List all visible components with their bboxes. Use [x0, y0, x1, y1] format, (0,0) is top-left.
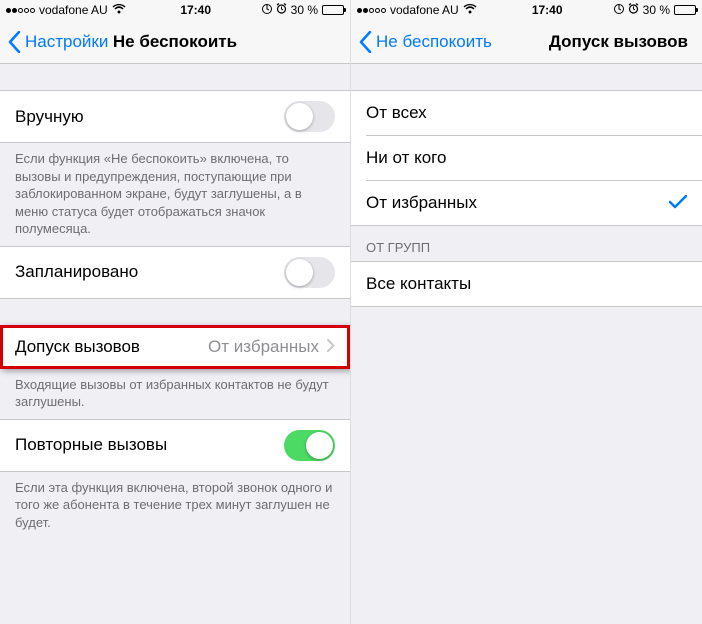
clock: 17:40 [481, 3, 614, 17]
row-label: Вручную [15, 107, 284, 127]
option-all-contacts[interactable]: Все контакты [351, 262, 702, 306]
battery-percent: 30 % [643, 3, 670, 17]
battery-percent: 30 % [291, 3, 318, 17]
back-button[interactable]: Не беспокоить [359, 31, 492, 53]
carrier-label: vodafone AU [39, 3, 108, 17]
row-label: Запланировано [15, 262, 284, 282]
back-label: Настройки [25, 32, 108, 52]
alarm-icon [276, 3, 287, 17]
alarm-icon [628, 3, 639, 17]
clock: 17:40 [130, 3, 262, 17]
row-value: От избранных [208, 337, 319, 357]
option-label: От избранных [366, 193, 669, 213]
row-scheduled[interactable]: Запланировано [0, 246, 350, 299]
screen-allow-calls: vodafone AU 17:40 30 % Не беспокоить Доп… [351, 0, 702, 624]
option-label: От всех [366, 103, 687, 123]
group-header: ОТ ГРУПП [351, 226, 702, 261]
screen-do-not-disturb: vodafone AU 17:40 30 % Настройки Не бесп… [0, 0, 351, 624]
back-label: Не беспокоить [376, 32, 492, 52]
battery-icon [674, 5, 696, 15]
option-everyone[interactable]: От всех [351, 91, 702, 135]
option-noone[interactable]: Ни от кого [351, 136, 702, 180]
lock-icon [614, 3, 624, 18]
signal-icon [6, 8, 35, 13]
lock-icon [262, 3, 272, 18]
option-label: Ни от кого [366, 148, 687, 168]
row-allow-calls[interactable]: Допуск вызовов От избранных [0, 325, 350, 369]
battery-icon [322, 5, 344, 15]
toggle-scheduled[interactable] [284, 257, 335, 288]
row-label: Повторные вызовы [15, 435, 284, 455]
carrier-label: vodafone AU [390, 3, 459, 17]
check-icon [669, 192, 687, 215]
toggle-repeat[interactable] [284, 430, 335, 461]
wifi-icon [112, 3, 126, 17]
nav-bar: Настройки Не беспокоить [0, 20, 350, 64]
row-repeat-calls[interactable]: Повторные вызовы [0, 419, 350, 472]
chevron-left-icon [359, 31, 372, 53]
row-label: Допуск вызовов [15, 337, 208, 357]
chevron-left-icon [8, 31, 21, 53]
signal-icon [357, 8, 386, 13]
option-label: Все контакты [366, 274, 687, 294]
status-bar: vodafone AU 17:40 30 % [351, 0, 702, 20]
footer-allow: Входящие вызовы от избранных контактов н… [0, 369, 350, 419]
back-button[interactable]: Настройки [8, 31, 108, 53]
wifi-icon [463, 3, 477, 17]
toggle-manual[interactable] [284, 101, 335, 132]
chevron-right-icon [327, 337, 335, 357]
footer-manual: Если функция «Не беспокоить» включена, т… [0, 143, 350, 246]
nav-title: Допуск вызовов [549, 32, 688, 51]
status-bar: vodafone AU 17:40 30 % [0, 0, 350, 20]
footer-repeat: Если эта функция включена, второй звонок… [0, 472, 350, 540]
row-manual[interactable]: Вручную [0, 90, 350, 143]
nav-bar: Не беспокоить Допуск вызовов [351, 20, 702, 64]
option-favorites[interactable]: От избранных [351, 181, 702, 225]
